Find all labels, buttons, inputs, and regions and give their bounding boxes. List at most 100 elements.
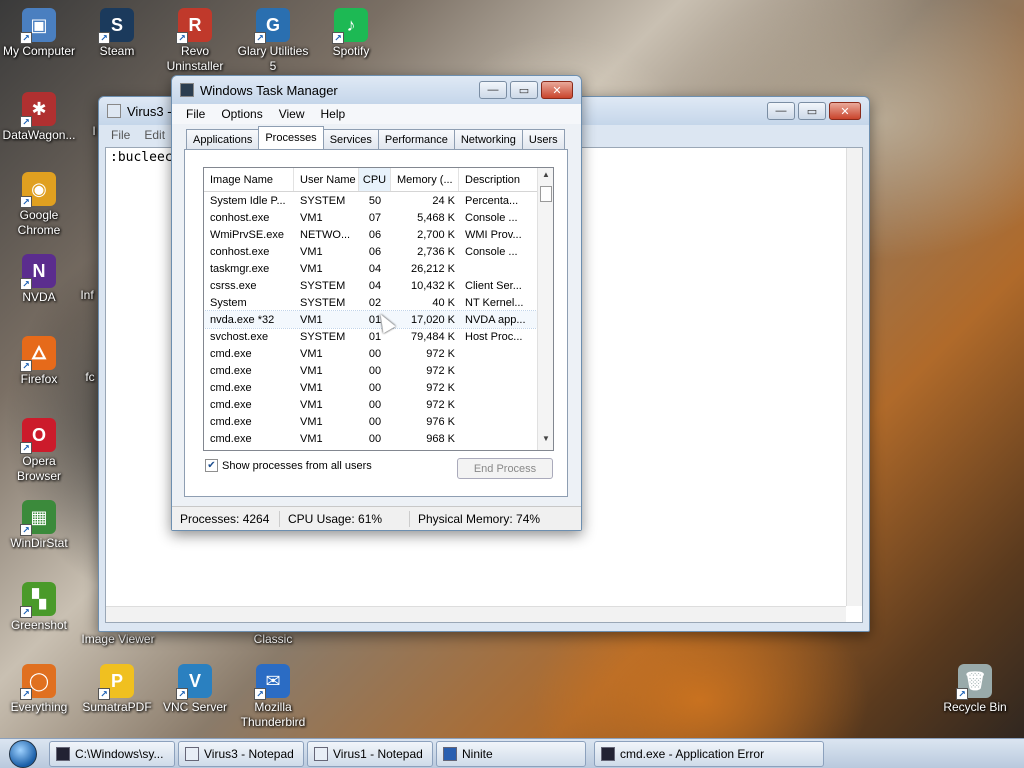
tab-processes[interactable]: Processes: [258, 126, 324, 149]
desktop-icon[interactable]: 🗑 ↗ Recycle Bin: [936, 664, 1014, 715]
notepad-icon: [185, 746, 199, 761]
desktop-icon[interactable]: 🜂 ↗ Firefox: [0, 336, 78, 387]
tab-applications[interactable]: Applications: [186, 129, 260, 149]
desktop-icon[interactable]: ♪ ↗ Spotify: [312, 8, 390, 59]
table-row[interactable]: System SYSTEM 02 40 K NT Kernel...: [204, 294, 553, 311]
taskbar-item[interactable]: Virus3 - Notepad: [178, 740, 304, 767]
desktop-icon[interactable]: G ↗ Glary Utilities 5: [234, 8, 312, 74]
vertical-scrollbar[interactable]: [846, 148, 862, 606]
cell-description: Client Ser...: [465, 279, 522, 292]
table-row[interactable]: cmd.exe VM1 00 972 K: [204, 379, 553, 396]
cell-image: cmd.exe: [210, 398, 252, 411]
table-row[interactable]: taskmgr.exe VM1 04 26,212 K: [204, 260, 553, 277]
cell-cpu: 00: [368, 432, 382, 445]
taskbar-item[interactable]: Virus1 - Notepad: [307, 740, 433, 767]
column-cpu[interactable]: CPU: [359, 168, 391, 191]
column-memory[interactable]: Memory (...: [391, 168, 459, 191]
minimize-button[interactable]: —: [767, 102, 795, 120]
end-process-button[interactable]: End Process: [457, 458, 553, 479]
table-row[interactable]: cmd.exe VM1 00 972 K: [204, 362, 553, 379]
glary-utilities-5-icon: G ↗: [254, 8, 290, 44]
tab-services[interactable]: Services: [322, 129, 379, 149]
desktop-icon[interactable]: ◯ ↗ Everything: [0, 664, 78, 715]
windirstat-icon: ▦ ↗: [20, 500, 56, 536]
column-user-name[interactable]: User Name: [294, 168, 359, 191]
menu-file[interactable]: File: [178, 107, 213, 121]
desktop-icon[interactable]: ▚ ↗ Greenshot: [0, 582, 78, 633]
menu-file[interactable]: File: [111, 128, 130, 142]
everything-icon: ◯ ↗: [20, 664, 56, 700]
menu-options[interactable]: Options: [213, 107, 270, 121]
cell-user: SYSTEM: [300, 279, 346, 292]
desktop-icon[interactable]: O ↗ Opera Browser: [0, 418, 78, 484]
menu-edit[interactable]: Edit: [144, 128, 165, 142]
taskbar-item-label: C:\Windows\sy...: [75, 746, 164, 761]
desktop-icon[interactable]: R ↗ Revo Uninstaller: [156, 8, 234, 74]
desktop-icon[interactable]: ✉ ↗ Mozilla Thunderbird: [234, 664, 312, 730]
table-row[interactable]: cmd.exe VM1 00 972 K: [204, 345, 553, 362]
show-all-users-checkbox[interactable]: ✔: [205, 459, 218, 472]
desktop-icon[interactable]: S ↗ Steam: [78, 8, 156, 59]
menu-view[interactable]: View: [271, 107, 313, 121]
taskbar: C:\Windows\sy... Virus3 - Notepad Virus1 -…: [0, 738, 1024, 768]
cell-user: VM1: [300, 347, 323, 360]
task-manager-window[interactable]: Windows Task Manager — ▭ ✕ File Options …: [171, 75, 582, 531]
close-button[interactable]: ✕: [541, 81, 573, 99]
process-list-scrollbar[interactable]: ▲ ▼: [537, 168, 553, 450]
task-manager-title: Windows Task Manager: [200, 82, 338, 98]
shortcut-arrow-icon: ↗: [176, 32, 188, 44]
desktop-icon-label: Greenshot: [10, 618, 68, 632]
scroll-up-icon[interactable]: ▲: [538, 170, 553, 184]
taskbar-item-error[interactable]: cmd.exe - Application Error: [594, 740, 824, 767]
cell-user: VM1: [300, 381, 323, 394]
column-description[interactable]: Description: [459, 168, 539, 191]
scroll-thumb[interactable]: [540, 186, 552, 202]
taskbar-item[interactable]: C:\Windows\sy...: [49, 740, 175, 767]
task-manager-tabs: Applications Processes Services Performa…: [186, 126, 565, 149]
cell-memory: 976 K: [426, 415, 455, 428]
desktop-icon[interactable]: N ↗ NVDA: [0, 254, 78, 305]
tab-users[interactable]: Users: [521, 129, 565, 149]
process-list[interactable]: Image Name User Name CPU Memory (... Des…: [203, 167, 554, 451]
table-row[interactable]: conhost.exe VM1 06 2,736 K Console ...: [204, 243, 553, 260]
table-row[interactable]: cmd.exe VM1 00 976 K: [204, 413, 553, 430]
shortcut-arrow-icon: ↗: [20, 524, 32, 536]
recycle-bin-icon: 🗑 ↗: [956, 664, 992, 700]
shortcut-arrow-icon: ↗: [20, 278, 32, 290]
start-button[interactable]: [0, 739, 46, 768]
scroll-down-icon[interactable]: ▼: [538, 434, 553, 448]
nvda-icon: N ↗: [20, 254, 56, 290]
table-row[interactable]: svchost.exe SYSTEM 01 79,484 K Host Proc...: [204, 328, 553, 345]
table-row[interactable]: System Idle P... SYSTEM 50 24 K Percenta...: [204, 192, 553, 209]
show-all-users-option[interactable]: ✔ Show processes from all users: [205, 459, 372, 472]
tab-performance[interactable]: Performance: [377, 129, 455, 149]
maximize-button[interactable]: ▭: [510, 81, 538, 99]
column-image-name[interactable]: Image Name: [204, 168, 294, 191]
minimize-button[interactable]: —: [479, 81, 507, 99]
cell-description: Host Proc...: [465, 330, 523, 343]
tab-networking[interactable]: Networking: [453, 129, 523, 149]
cmd-icon: [56, 746, 70, 761]
table-row[interactable]: conhost.exe VM1 07 5,468 K Console ...: [204, 209, 553, 226]
desktop-icon[interactable]: P ↗ SumatraPDF: [78, 664, 156, 715]
table-row[interactable]: cmd.exe VM1 00 972 K: [204, 396, 553, 413]
desktop-icon[interactable]: ✱ ↗ DataWagon...: [0, 92, 78, 143]
table-row[interactable]: csrss.exe SYSTEM 04 10,432 K Client Ser...: [204, 277, 553, 294]
taskbar-item[interactable]: Ninite: [436, 740, 586, 767]
desktop-icon[interactable]: ▣ ↗ My Computer: [0, 8, 78, 59]
close-button[interactable]: ✕: [829, 102, 861, 120]
desktop-icon[interactable]: ▦ ↗ WinDirStat: [0, 500, 78, 551]
cell-image: csrss.exe: [210, 279, 257, 292]
maximize-button[interactable]: ▭: [798, 102, 826, 120]
notepad-icon: [107, 104, 121, 118]
menu-help[interactable]: Help: [313, 107, 354, 121]
table-row[interactable]: cmd.exe VM1 00 968 K: [204, 430, 553, 447]
table-row[interactable]: WmiPrvSE.exe NETWO... 06 2,700 K WMI Prov...: [204, 226, 553, 243]
cell-memory: 79,484 K: [410, 330, 455, 343]
desktop-icon-label: Revo Uninstaller: [166, 44, 224, 73]
task-manager-titlebar[interactable]: Windows Task Manager — ▭ ✕: [172, 76, 581, 104]
desktop-icon[interactable]: ◉ ↗ Google Chrome: [0, 172, 78, 238]
desktop-icon[interactable]: V ↗ VNC Server: [156, 664, 234, 715]
status-cpu-usage: CPU Usage: 61%: [280, 510, 410, 527]
horizontal-scrollbar[interactable]: [106, 606, 846, 622]
